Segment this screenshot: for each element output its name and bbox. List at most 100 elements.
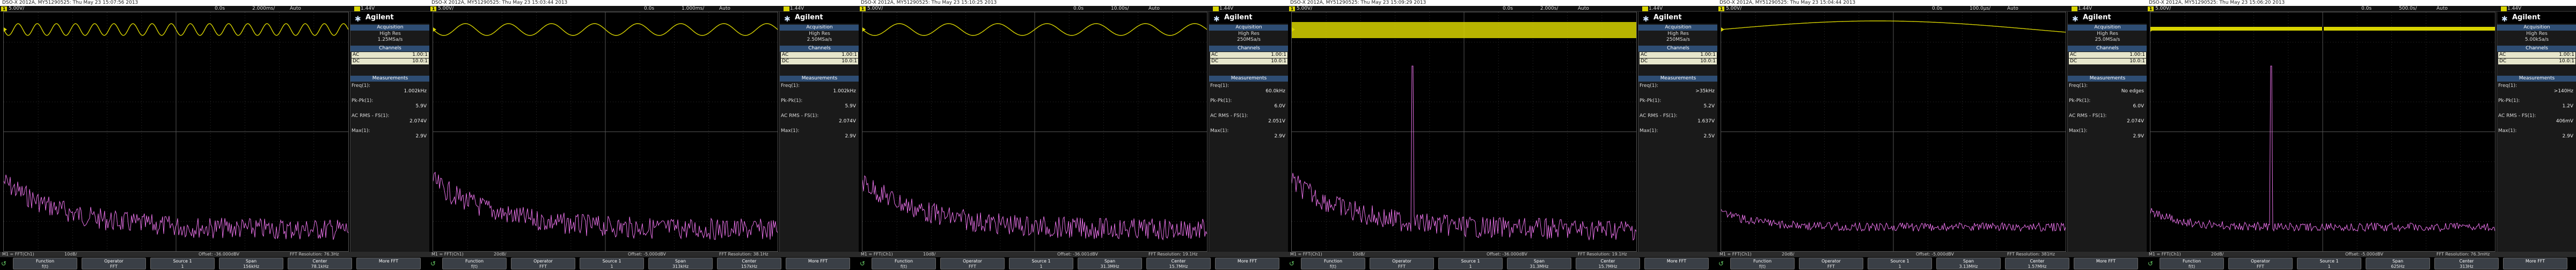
channel-row[interactable]: AC 1.00:1 — [1210, 52, 1287, 58]
back-arrow-icon[interactable]: ↺ — [1289, 259, 1296, 268]
channel-1-ground-marker[interactable] — [1292, 27, 1295, 32]
channel-1-ground-marker[interactable] — [433, 27, 436, 32]
softkey-center[interactable]: Center 78.1kHz — [288, 258, 352, 269]
status-trig-level[interactable]: 1.44V — [1219, 6, 1233, 12]
softkey-span[interactable]: Span 156kHz — [219, 258, 283, 269]
softkey-operator[interactable]: Operator FFT — [511, 258, 575, 269]
back-arrow-icon[interactable]: ↺ — [430, 259, 437, 268]
channel-row[interactable]: DC 10.0:1 — [2069, 59, 2146, 64]
channel-row[interactable]: AC 1.00:1 — [2498, 52, 2575, 58]
softkey-more-fft[interactable]: More FFT — [1644, 258, 1709, 269]
status-timebase[interactable]: 2.000s/ — [1540, 6, 1558, 12]
status-timebase[interactable]: 100.0μs/ — [1970, 6, 1990, 12]
channel-1-ground-marker[interactable] — [2150, 27, 2154, 32]
channel-row[interactable]: AC 1.00:1 — [2069, 52, 2146, 58]
channel-1-badge[interactable]: 1 — [1289, 6, 1295, 11]
waveform-graticule[interactable] — [1291, 12, 1637, 252]
softkey-source-1[interactable]: Source 11 — [1009, 258, 1073, 269]
softkey-more-fft[interactable]: More FFT — [1215, 258, 1279, 269]
channel-1-ground-marker[interactable] — [4, 27, 7, 32]
status-ch-scale[interactable]: 5.00V/ — [438, 6, 453, 12]
softkey-operator[interactable]: Operator FFT — [1799, 258, 1863, 269]
softkey-source-1[interactable]: Source 11 — [2297, 258, 2361, 269]
channel-1-badge[interactable]: 1 — [2148, 6, 2154, 11]
channel-row[interactable]: AC 1.00:1 — [1640, 52, 1717, 58]
channel-row[interactable]: DC 10.0:1 — [1210, 59, 1287, 64]
status-trig-mode[interactable]: Auto — [290, 6, 301, 12]
softkey-function[interactable]: Function f(t) — [872, 258, 936, 269]
softkey-more-fft[interactable]: More FFT — [2503, 258, 2567, 269]
softkey-span[interactable]: Span 31.3MHz — [1078, 258, 1142, 269]
softkey-more-fft[interactable]: More FFT — [786, 258, 850, 269]
softkey-source-1[interactable]: Source 11 — [150, 258, 215, 269]
status-trig-level[interactable]: 1.44V — [361, 6, 375, 12]
softkey-source-1[interactable]: Source 11 — [580, 258, 644, 269]
status-ch-scale[interactable]: 5.00V/ — [1297, 6, 1312, 12]
waveform-graticule[interactable] — [1721, 12, 2066, 252]
channel-1-badge[interactable]: 1 — [860, 6, 866, 11]
status-delay[interactable]: 0.0s — [644, 6, 654, 12]
channel-row[interactable]: AC 1.00:1 — [781, 52, 858, 58]
waveform-graticule[interactable] — [862, 12, 1208, 252]
status-trig-level[interactable]: 1.44V — [790, 6, 804, 12]
status-trig-mode[interactable]: Auto — [719, 6, 730, 12]
softkey-source-1[interactable]: Source 11 — [1868, 258, 1932, 269]
channel-1-ground-marker[interactable] — [862, 27, 866, 32]
back-arrow-icon[interactable]: ↺ — [2148, 259, 2154, 268]
status-trig-mode[interactable]: Auto — [2436, 6, 2448, 12]
softkey-center[interactable]: Center 15.7MHz — [1146, 258, 1211, 269]
waveform-graticule[interactable] — [2150, 12, 2496, 252]
status-trig-level[interactable]: 1.44V — [2507, 6, 2521, 12]
back-arrow-icon[interactable]: ↺ — [1, 259, 8, 268]
channel-1-badge[interactable]: 1 — [430, 6, 436, 11]
status-ch-scale[interactable]: 5.00V/ — [2155, 6, 2171, 12]
status-trig-level[interactable]: 1.44V — [1649, 6, 1663, 12]
waveform-graticule[interactable] — [433, 12, 778, 252]
channel-row[interactable]: DC 10.0:1 — [2498, 59, 2575, 64]
softkey-function[interactable]: Function f(t) — [2160, 258, 2224, 269]
status-delay[interactable]: 0.0s — [2361, 6, 2372, 12]
status-trig-mode[interactable]: Auto — [2007, 6, 2018, 12]
softkey-center[interactable]: Center 1.57MHz — [2005, 258, 2069, 269]
softkey-span[interactable]: Span 3.13MHz — [1936, 258, 2001, 269]
status-trig-mode[interactable]: Auto — [1148, 6, 1160, 12]
softkey-operator[interactable]: Operator FFT — [940, 258, 1005, 269]
status-trig-mode[interactable]: Auto — [1578, 6, 1589, 12]
softkey-center[interactable]: Center 15.7MHz — [1576, 258, 1640, 269]
softkey-function[interactable]: Function f(t) — [13, 258, 77, 269]
softkey-operator[interactable]: Operator FFT — [82, 258, 146, 269]
status-delay[interactable]: 0.0s — [1932, 6, 1942, 12]
channel-row[interactable]: AC 1.00:1 — [352, 52, 429, 58]
status-timebase[interactable]: 500.0s/ — [2399, 6, 2417, 12]
channel-row[interactable]: DC 10.0:1 — [1640, 59, 1717, 64]
status-delay[interactable]: 0.0s — [215, 6, 225, 12]
softkey-function[interactable]: Function f(t) — [1730, 258, 1795, 269]
softkey-center[interactable]: Center 157kHz — [717, 258, 781, 269]
softkey-operator[interactable]: Operator FFT — [1370, 258, 1434, 269]
channel-1-ground-marker[interactable] — [1721, 27, 1724, 32]
status-timebase[interactable]: 1.000ms/ — [682, 6, 704, 12]
softkey-function[interactable]: Function f(t) — [1301, 258, 1365, 269]
status-delay[interactable]: 0.0s — [1503, 6, 1513, 12]
channel-row[interactable]: DC 10.0:1 — [352, 59, 429, 64]
softkey-more-fft[interactable]: More FFT — [356, 258, 421, 269]
softkey-operator[interactable]: Operator FFT — [2228, 258, 2293, 269]
status-timebase[interactable]: 10.00s/ — [1111, 6, 1129, 12]
status-trig-level[interactable]: 1.44V — [2078, 6, 2092, 12]
softkey-span[interactable]: Span 313kHz — [648, 258, 713, 269]
softkey-source-1[interactable]: Source 11 — [1438, 258, 1503, 269]
status-ch-scale[interactable]: 5.00V/ — [1726, 6, 1741, 12]
back-arrow-icon[interactable]: ↺ — [860, 259, 866, 268]
softkey-span[interactable]: Span 625Hz — [2366, 258, 2430, 269]
back-arrow-icon[interactable]: ↺ — [1718, 259, 1725, 268]
channel-row[interactable]: DC 10.0:1 — [781, 59, 858, 64]
waveform-graticule[interactable] — [3, 12, 349, 252]
status-ch-scale[interactable]: 5.00V/ — [9, 6, 24, 12]
softkey-more-fft[interactable]: More FFT — [2074, 258, 2138, 269]
channel-1-badge[interactable]: 1 — [1, 6, 7, 11]
status-timebase[interactable]: 2.000ms/ — [252, 6, 275, 12]
status-ch-scale[interactable]: 5.00V/ — [867, 6, 883, 12]
status-delay[interactable]: 0.0s — [1073, 6, 1084, 12]
softkey-center[interactable]: Center 313Hz — [2434, 258, 2499, 269]
softkey-span[interactable]: Span 31.3MHz — [1507, 258, 1571, 269]
